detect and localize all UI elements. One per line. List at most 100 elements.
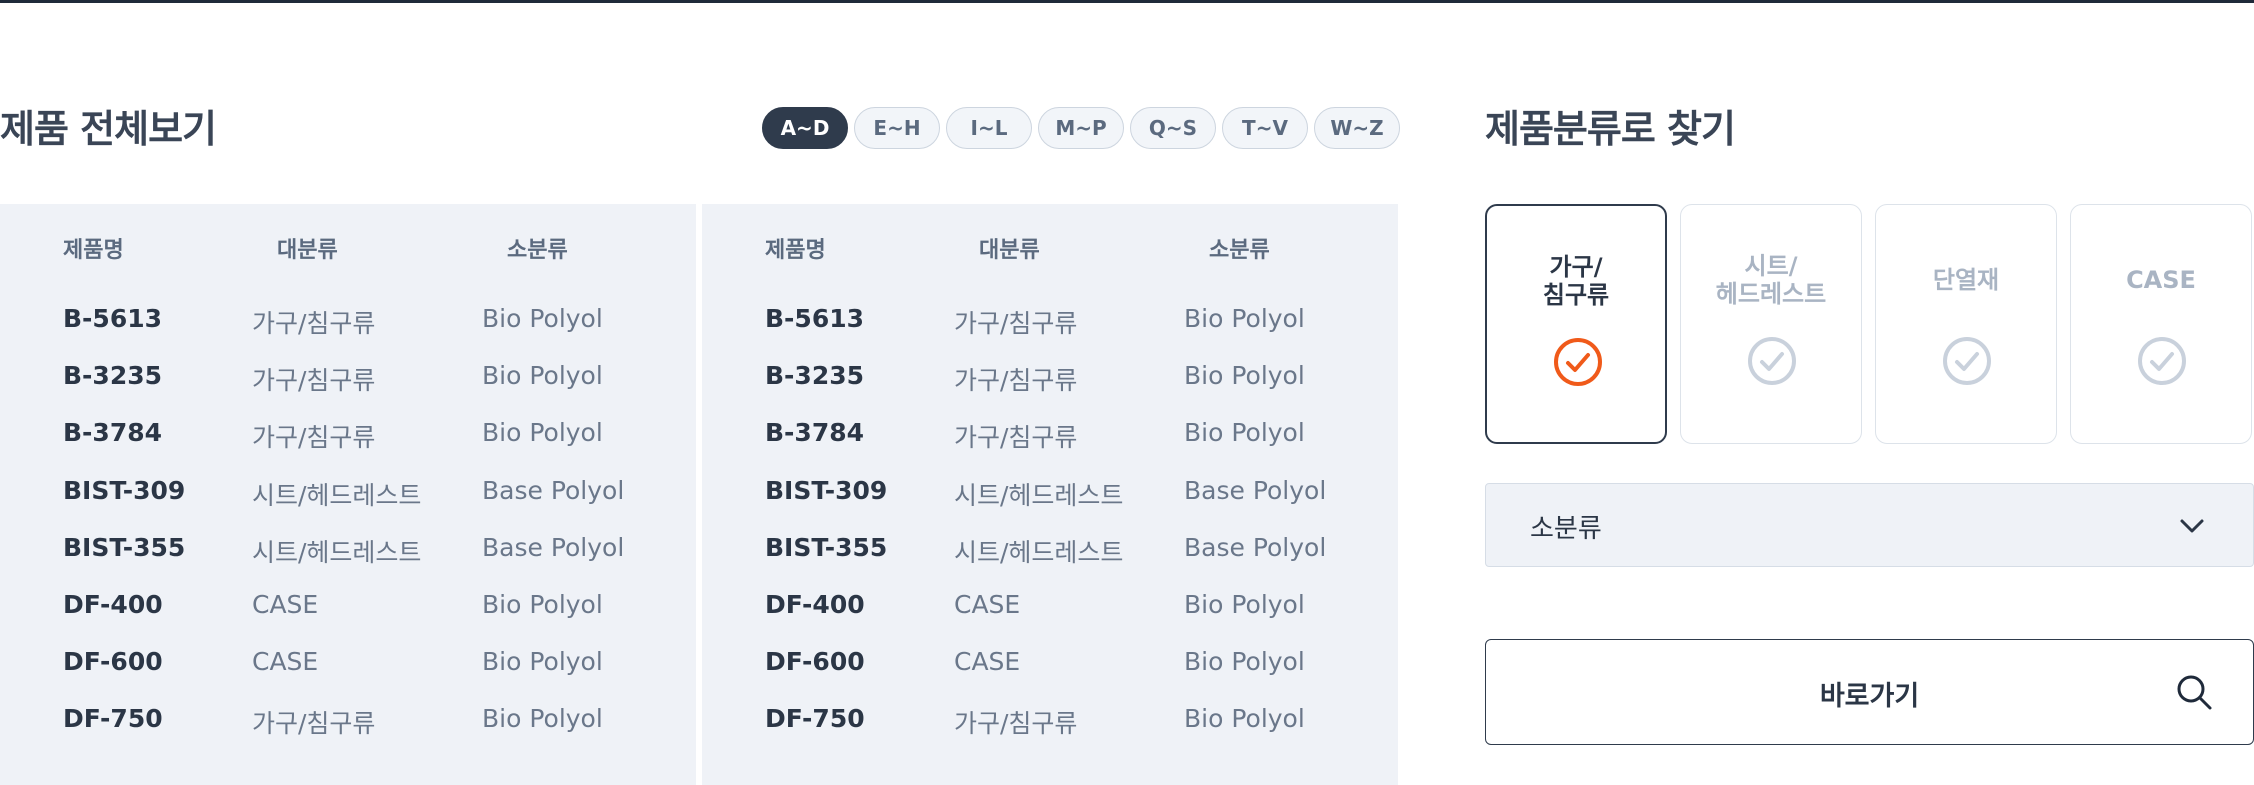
table-row[interactable]: BIST-309 시트/헤드레스트 Base Polyol	[702, 476, 1398, 533]
table-row[interactable]: DF-750 가구/침구류 Bio Polyol	[702, 704, 1398, 761]
table-row[interactable]: BIST-355 시트/헤드레스트 Base Polyol	[0, 533, 696, 590]
main-category: CASE	[954, 647, 1021, 677]
table-row[interactable]: BIST-355 시트/헤드레스트 Base Polyol	[702, 533, 1398, 590]
product-name: DF-750	[63, 704, 163, 734]
sub-category: Bio Polyol	[482, 647, 603, 677]
tab-t-v[interactable]: T~V	[1222, 107, 1308, 149]
product-name: BIST-309	[765, 475, 888, 505]
main-category: 시트/헤드레스트	[954, 480, 1124, 510]
product-name: DF-750	[765, 704, 865, 734]
product-name: B-3235	[765, 361, 865, 391]
main-category: 가구/침구류	[252, 366, 376, 396]
chevron-down-icon	[2180, 519, 2204, 533]
product-name: BIST-309	[63, 475, 186, 505]
sub-category: Bio Polyol	[1184, 590, 1305, 619]
product-name: B-3235	[63, 361, 163, 391]
alphabet-tabs: A~D E~H I~L M~P Q~S T~V W~Z	[762, 107, 1400, 149]
category-card-insulation[interactable]: 단열재	[1875, 204, 2057, 444]
sub-category: Base Polyol	[482, 475, 625, 505]
table-row[interactable]: B-3784 가구/침구류 Bio Polyol	[0, 418, 696, 475]
sub-category: Bio Polyol	[1184, 361, 1305, 391]
product-name: B-5613	[63, 304, 163, 333]
all-products-title: 제품 전체보기	[0, 107, 217, 151]
column-header: 대분류	[979, 238, 1040, 263]
search-icon	[2177, 675, 2212, 710]
main-category: 가구/침구류	[252, 423, 376, 453]
check-circle-icon	[1943, 337, 1991, 385]
main-category: 가구/침구류	[954, 709, 1078, 739]
product-name: B-3784	[765, 418, 865, 448]
sub-category: Bio Polyol	[482, 304, 603, 333]
tab-a-d[interactable]: A~D	[762, 107, 848, 149]
sub-category: Base Polyol	[1184, 532, 1327, 562]
table-row[interactable]: DF-750 가구/침구류 Bio Polyol	[0, 704, 696, 761]
sub-category: Base Polyol	[1184, 475, 1327, 505]
sub-category: Bio Polyol	[1184, 304, 1305, 333]
tab-q-s[interactable]: Q~S	[1130, 107, 1216, 149]
sub-category: Bio Polyol	[1184, 418, 1305, 448]
product-table-right: 제품명 대분류 소분류 B-5613 가구/침구류 Bio Polyol B-3235 가구/…	[702, 204, 1398, 785]
main-category: CASE	[954, 590, 1021, 619]
main-category: CASE	[252, 590, 319, 619]
check-circle-icon	[2138, 337, 2186, 385]
sub-category: Bio Polyol	[1184, 647, 1305, 677]
tab-i-l[interactable]: I~L	[946, 107, 1032, 149]
column-header: 소분류	[1209, 238, 1270, 263]
category-card-label: 가구/ 침구류	[1542, 253, 1610, 309]
go-button[interactable]: 바로가기	[1485, 639, 2254, 745]
sub-category: Base Polyol	[482, 532, 625, 562]
main-category: 가구/침구류	[954, 309, 1078, 338]
table-row[interactable]: B-3235 가구/침구류 Bio Polyol	[702, 361, 1398, 418]
main-category: 가구/침구류	[252, 709, 376, 739]
main-category: CASE	[252, 647, 319, 677]
category-search-title: 제품분류로 찾기	[1485, 107, 1736, 151]
sub-category: Bio Polyol	[482, 361, 603, 391]
category-card-label: 단열재	[1932, 266, 2000, 294]
top-divider	[0, 0, 2254, 3]
main-category: 시트/헤드레스트	[252, 480, 422, 510]
category-card-label: 시트/ 헤드레스트	[1715, 252, 1827, 308]
check-circle-icon	[1554, 338, 1602, 386]
table-row[interactable]: DF-600 CASE Bio Polyol	[702, 647, 1398, 704]
product-name: B-5613	[765, 304, 865, 333]
table-row[interactable]: DF-400 CASE Bio Polyol	[0, 590, 696, 647]
table-row[interactable]: DF-600 CASE Bio Polyol	[0, 647, 696, 704]
product-name: DF-400	[765, 590, 865, 619]
category-card-case[interactable]: CASE	[2070, 204, 2252, 444]
category-card-label: CASE	[2126, 266, 2196, 294]
main-category: 가구/침구류	[954, 366, 1078, 396]
table-row[interactable]: DF-400 CASE Bio Polyol	[702, 590, 1398, 647]
column-header: 제품명	[765, 238, 826, 263]
product-table-left: 제품명 대분류 소분류 B-5613 가구/침구류 Bio Polyol B-3235 가구/…	[0, 204, 696, 785]
product-name: B-3784	[63, 418, 163, 448]
product-name: DF-600	[765, 647, 865, 677]
main-category: 가구/침구류	[954, 423, 1078, 453]
tab-w-z[interactable]: W~Z	[1314, 107, 1400, 149]
sub-category: Bio Polyol	[482, 590, 603, 619]
subcategory-select[interactable]: 소분류	[1485, 483, 2254, 567]
category-card-furniture-bedding[interactable]: 가구/ 침구류	[1485, 204, 1667, 444]
product-name: DF-600	[63, 647, 163, 677]
tab-m-p[interactable]: M~P	[1038, 107, 1124, 149]
table-row[interactable]: BIST-309 시트/헤드레스트 Base Polyol	[0, 476, 696, 533]
main-category: 시트/헤드레스트	[954, 537, 1124, 567]
sub-category: Bio Polyol	[482, 418, 603, 448]
column-header: 대분류	[277, 238, 338, 263]
subcategory-select-value: 소분류	[1530, 514, 1602, 544]
main-category: 가구/침구류	[252, 309, 376, 338]
table-row[interactable]: B-3784 가구/침구류 Bio Polyol	[702, 418, 1398, 475]
product-name: BIST-355	[765, 532, 888, 562]
sub-category: Bio Polyol	[1184, 704, 1305, 734]
table-row[interactable]: B-5613 가구/침구류 Bio Polyol	[702, 304, 1398, 361]
table-row[interactable]: B-5613 가구/침구류 Bio Polyol	[0, 304, 696, 361]
check-circle-icon	[1748, 337, 1796, 385]
sub-category: Bio Polyol	[482, 704, 603, 734]
table-row[interactable]: B-3235 가구/침구류 Bio Polyol	[0, 361, 696, 418]
category-card-seat-headrest[interactable]: 시트/ 헤드레스트	[1680, 204, 1862, 444]
column-header: 소분류	[507, 238, 568, 263]
tab-e-h[interactable]: E~H	[854, 107, 940, 149]
product-name: DF-400	[63, 590, 163, 619]
column-header: 제품명	[63, 238, 124, 263]
product-name: BIST-355	[63, 532, 186, 562]
go-button-label: 바로가기	[1819, 681, 1920, 712]
